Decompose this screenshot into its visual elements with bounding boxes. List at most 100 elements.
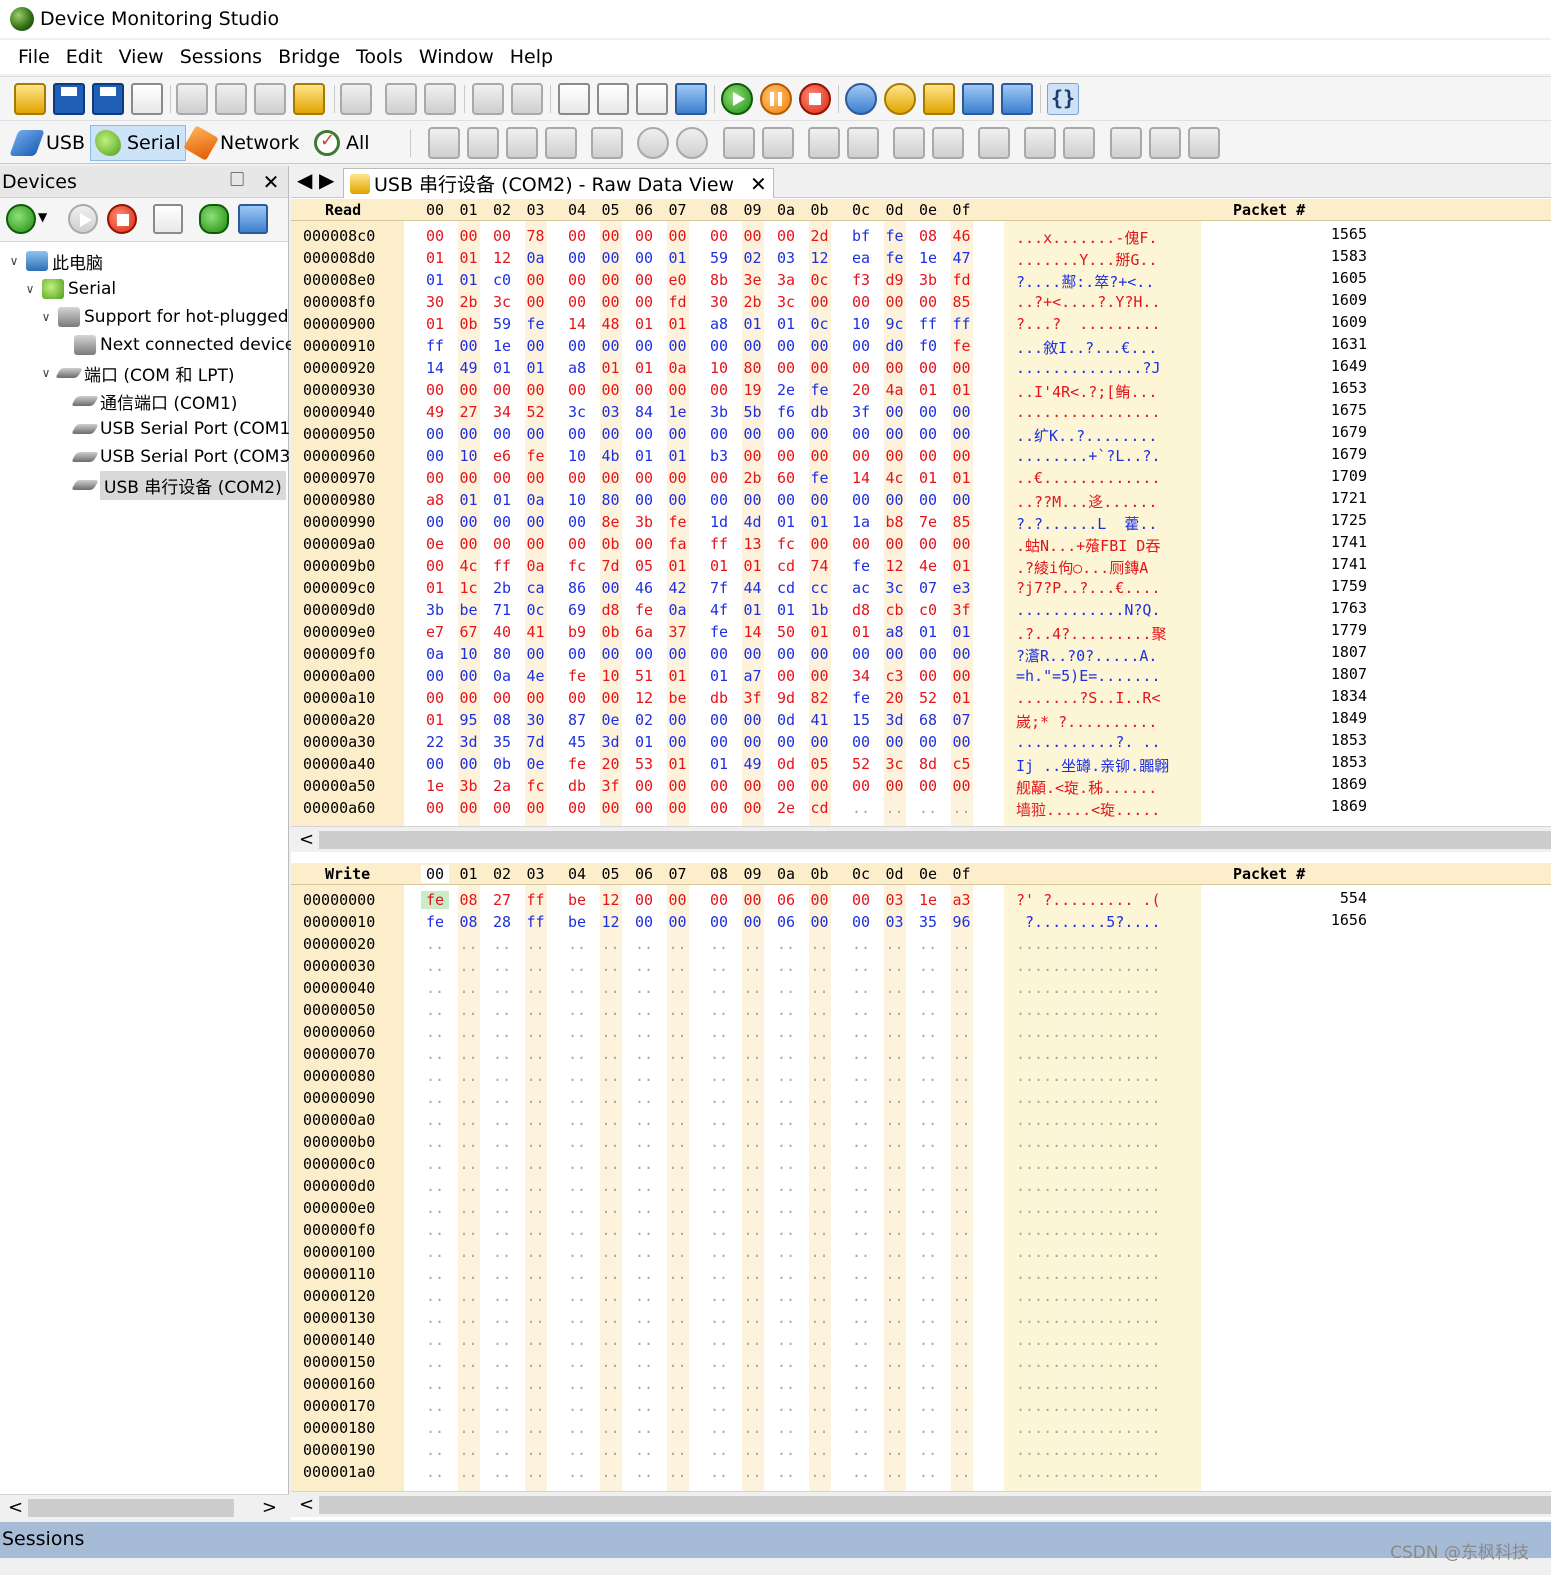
hex-byte[interactable]: 15 — [847, 711, 875, 729]
hex-byte[interactable]: 35 — [488, 733, 516, 751]
layout-b-icon[interactable] — [847, 127, 879, 159]
hex-byte[interactable]: .. — [739, 957, 767, 975]
hex-byte[interactable]: ff — [522, 913, 550, 931]
hex-row[interactable]: 00000a10 00 00 00 00 00 00 12 be db 3f 9d 82 fe 20 52 01… — [291, 687, 1551, 709]
hex-byte[interactable]: 00 — [421, 381, 449, 399]
hex-byte[interactable]: .. — [522, 979, 550, 997]
save-as-icon[interactable] — [92, 83, 124, 115]
hex-byte[interactable]: 00 — [630, 535, 658, 553]
hex-byte[interactable]: .. — [914, 1353, 942, 1371]
hex-row[interactable]: 000009a0 0e 00 00 00 00 0b 00 fa ff 13 fc 00 00 00 00 00… — [291, 533, 1551, 555]
pause-icon[interactable] — [760, 83, 792, 115]
hex-byte[interactable]: 00 — [630, 645, 658, 663]
hex-row[interactable]: 000008e0 01 01 c0 00 00 00 00 e0 8b 3e 3a 0c f3 d9 3b fd… — [291, 269, 1551, 291]
hex-byte[interactable]: 10 — [455, 447, 483, 465]
hex-byte[interactable]: 45 — [563, 733, 591, 751]
menu-file[interactable]: File — [18, 46, 50, 68]
hex-row[interactable]: 000000a0................................… — [291, 1109, 1551, 1131]
hex-byte[interactable]: .. — [705, 1331, 733, 1349]
hex-byte[interactable]: .. — [881, 1243, 909, 1261]
filter-b-icon[interactable] — [762, 127, 794, 159]
hex-byte[interactable]: 01 — [488, 491, 516, 509]
hex-byte[interactable]: 00 — [597, 799, 625, 817]
hex-byte[interactable]: a8 — [421, 491, 449, 509]
hex-byte[interactable]: 67 — [455, 623, 483, 641]
hex-byte[interactable]: 00 — [705, 227, 733, 245]
hex-byte[interactable]: fe — [847, 557, 875, 575]
hex-byte[interactable]: .. — [806, 1177, 834, 1195]
hex-byte[interactable]: .. — [948, 1331, 976, 1349]
hex-byte[interactable]: 4d — [739, 513, 767, 531]
hex-byte[interactable]: a8 — [563, 359, 591, 377]
hex-byte[interactable]: 1e — [914, 891, 942, 909]
hex-byte[interactable]: .. — [455, 1265, 483, 1283]
hex-byte[interactable]: .. — [881, 1001, 909, 1019]
chart-b-icon[interactable] — [1063, 127, 1095, 159]
hex-byte[interactable]: .. — [948, 1023, 976, 1041]
hex-byte[interactable]: 3d — [597, 733, 625, 751]
tree-item[interactable]: ∨ 此电脑 — [6, 248, 103, 274]
hex-byte[interactable]: 07 — [948, 711, 976, 729]
hex-byte[interactable]: .. — [806, 1309, 834, 1327]
hex-byte[interactable]: .. — [705, 957, 733, 975]
hex-byte[interactable]: .. — [664, 1375, 692, 1393]
hex-byte[interactable]: .. — [739, 1133, 767, 1151]
hex-byte[interactable]: .. — [522, 1221, 550, 1239]
hex-byte[interactable]: .. — [881, 1067, 909, 1085]
hex-byte[interactable]: 2b — [455, 293, 483, 311]
hex-byte[interactable]: .. — [806, 1001, 834, 1019]
hex-byte[interactable]: .. — [772, 957, 800, 975]
hex-byte[interactable]: .. — [881, 1265, 909, 1283]
hex-byte[interactable]: .. — [739, 1001, 767, 1019]
hex-byte[interactable]: .. — [488, 1177, 516, 1195]
hex-byte[interactable]: 74 — [806, 557, 834, 575]
hex-byte[interactable]: 37 — [664, 623, 692, 641]
hex-byte[interactable]: .. — [630, 1287, 658, 1305]
hex-row[interactable]: 00000910 ff 00 1e 00 00 00 00 00 00 00 00 00 00 d0 f0 fe… — [291, 335, 1551, 357]
hex-byte[interactable]: .. — [664, 1111, 692, 1129]
hex-byte[interactable]: .. — [455, 1177, 483, 1195]
hex-byte[interactable]: .. — [739, 1331, 767, 1349]
hex-byte[interactable]: 01 — [914, 623, 942, 641]
hex-byte[interactable]: .. — [847, 799, 875, 817]
hex-byte[interactable]: 2a — [488, 777, 516, 795]
hex-byte[interactable]: 59 — [488, 315, 516, 333]
hex-byte[interactable]: 00 — [948, 733, 976, 751]
hex-byte[interactable]: .. — [597, 1287, 625, 1305]
hex-byte[interactable]: .. — [455, 1353, 483, 1371]
hex-byte[interactable]: .. — [847, 1287, 875, 1305]
hex-byte[interactable]: .. — [455, 1067, 483, 1085]
hex-byte[interactable]: .. — [705, 1397, 733, 1415]
hex-byte[interactable]: 00 — [705, 381, 733, 399]
hex-byte[interactable]: 00 — [455, 799, 483, 817]
hex-byte[interactable]: 4a — [881, 381, 909, 399]
goto-icon[interactable] — [424, 83, 456, 115]
hex-byte[interactable]: .. — [847, 1331, 875, 1349]
ascii-text[interactable]: ................ — [1016, 1331, 1201, 1349]
hex-byte[interactable]: f3 — [847, 271, 875, 289]
hex-byte[interactable]: .. — [847, 935, 875, 953]
ascii-text[interactable]: ................ — [1016, 1089, 1201, 1107]
hex-byte[interactable]: .. — [948, 1177, 976, 1195]
hex-byte[interactable]: 0b — [597, 535, 625, 553]
hex-byte[interactable]: 46 — [948, 227, 976, 245]
hex-byte[interactable]: .. — [881, 1089, 909, 1107]
hex-byte[interactable]: .. — [914, 1133, 942, 1151]
ascii-text[interactable]: ...敘I..?...€... — [1016, 337, 1201, 358]
pin-icon[interactable]: 🗆 — [220, 165, 254, 199]
hex-byte[interactable]: 3b — [705, 403, 733, 421]
hex-byte[interactable]: 35 — [914, 913, 942, 931]
hex-row[interactable]: 00000930 00 00 00 00 00 00 00 00 00 19 2e fe 20 4a 01 01… — [291, 379, 1551, 401]
hex-byte[interactable]: 00 — [914, 359, 942, 377]
hex-byte[interactable]: 01 — [488, 359, 516, 377]
ascii-text[interactable]: ................ — [1016, 1199, 1201, 1217]
hex-byte[interactable]: 00 — [847, 733, 875, 751]
hex-byte[interactable]: 03 — [772, 249, 800, 267]
hex-byte[interactable]: .. — [664, 1287, 692, 1305]
hex-byte[interactable]: 00 — [664, 799, 692, 817]
hex-byte[interactable]: 7d — [522, 733, 550, 751]
hex-byte[interactable]: .. — [847, 1463, 875, 1481]
hex-byte[interactable]: 1e — [488, 337, 516, 355]
hex-byte[interactable]: 00 — [597, 293, 625, 311]
hex-byte[interactable]: 1e — [914, 249, 942, 267]
